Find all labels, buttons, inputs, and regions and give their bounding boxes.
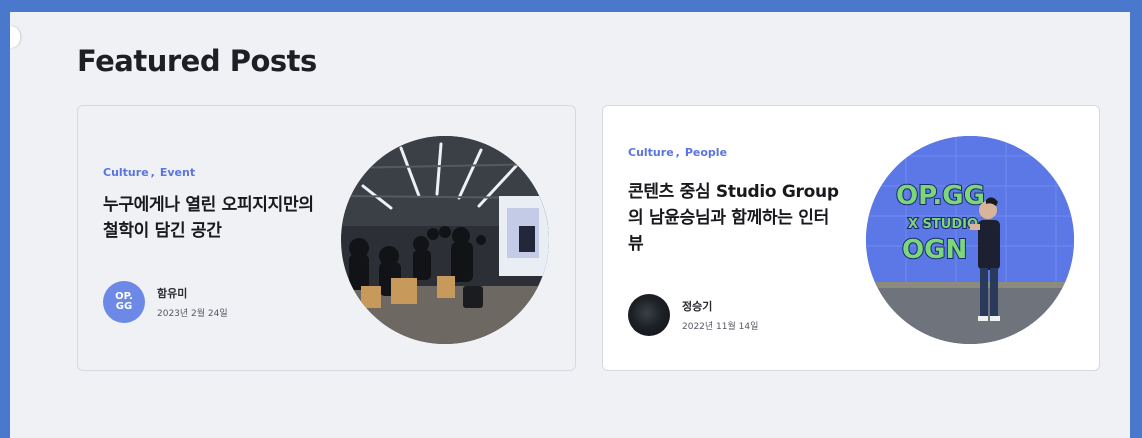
profile-photo-avatar xyxy=(628,294,670,336)
stage-speaker-photo: OP.GG X STUDIO OGN xyxy=(866,136,1074,344)
category-separator: , xyxy=(150,166,155,179)
featured-post-card[interactable]: Culture, Event 누구에게나 열린 오피지지만의 철학이 담긴 공간 … xyxy=(77,105,576,371)
post-author: 정승기 2022년 11월 14일 xyxy=(628,294,758,336)
post-categories: Culture, Event xyxy=(103,166,195,179)
photo-sign-text: OP.GG xyxy=(896,181,985,211)
category-tag[interactable]: People xyxy=(685,146,727,159)
category-tag[interactable]: Culture xyxy=(628,146,674,159)
post-categories: Culture, People xyxy=(628,146,727,159)
author-name: 함유미 xyxy=(157,287,188,300)
category-tag[interactable]: Culture xyxy=(103,166,149,179)
post-thumbnail[interactable] xyxy=(341,136,549,344)
post-date: 2022년 11월 14일 xyxy=(682,322,759,332)
opgg-logo-avatar: OP. GG xyxy=(103,281,145,323)
page-content: Featured Posts Culture, Event 누구에게나 열린 오피… xyxy=(10,12,1130,438)
post-author: OP. GG 함유미 2023년 2월 24일 xyxy=(103,281,228,323)
post-date: 2023년 2월 24일 xyxy=(157,309,228,319)
logo-text: GG xyxy=(115,301,133,312)
photo-sign-text: X STUDIO xyxy=(908,217,978,232)
post-thumbnail[interactable]: OP.GG X STUDIO OGN xyxy=(866,136,1074,344)
post-title[interactable]: 콘텐츠 중심 Studio Group의 남윤승님과 함께하는 인터뷰 xyxy=(628,179,843,257)
featured-post-card[interactable]: Culture, People 콘텐츠 중심 Studio Group의 남윤승님… xyxy=(602,105,1100,371)
category-tag[interactable]: Event xyxy=(160,166,195,179)
photo-sign-text: OGN xyxy=(902,235,967,265)
author-name: 정승기 xyxy=(682,300,713,313)
event-hall-photo xyxy=(341,136,549,344)
category-separator: , xyxy=(675,146,680,159)
post-title[interactable]: 누구에게나 열린 오피지지만의 철학이 담긴 공간 xyxy=(103,192,318,244)
section-heading: Featured Posts xyxy=(77,44,317,78)
collapse-handle[interactable] xyxy=(10,26,20,48)
